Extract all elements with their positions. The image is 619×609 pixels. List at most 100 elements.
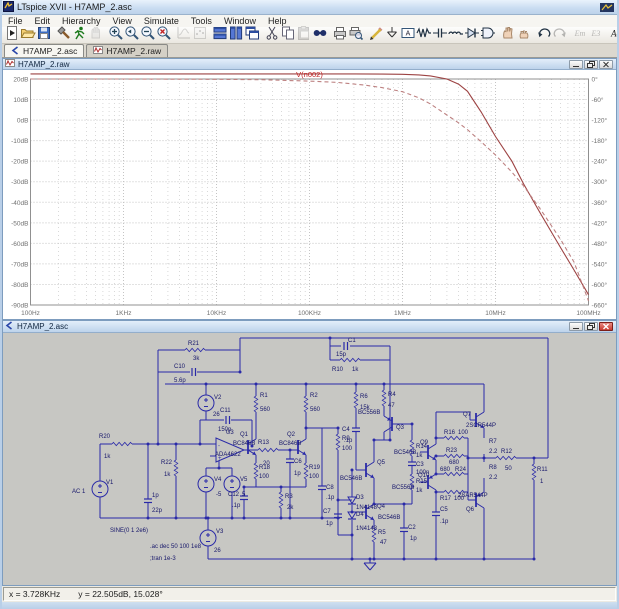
schematic-label[interactable]: R10 bbox=[332, 367, 344, 373]
schematic-label[interactable]: .1p bbox=[344, 438, 353, 444]
cascade-button[interactable] bbox=[244, 27, 260, 43]
schematic-label[interactable]: D4 bbox=[356, 512, 364, 518]
schematic-label[interactable]: C4 bbox=[342, 427, 350, 433]
schematic-label[interactable]: 47 bbox=[380, 540, 387, 546]
schematic-label[interactable]: Q5 bbox=[377, 460, 386, 466]
schematic-label[interactable]: R12 bbox=[501, 449, 513, 455]
schematic-label[interactable]: 100 bbox=[259, 474, 270, 480]
resistor-button[interactable] bbox=[416, 27, 432, 43]
waveform-restore-button[interactable] bbox=[584, 60, 598, 69]
schematic-label[interactable]: 2.2 bbox=[489, 449, 498, 455]
schematic-label[interactable]: Q4 bbox=[377, 504, 386, 510]
schematic-label[interactable]: C5 bbox=[440, 507, 448, 513]
find-button[interactable] bbox=[312, 27, 328, 43]
schematic-label[interactable]: Q7 bbox=[463, 412, 472, 418]
schematic-label[interactable]: 3k bbox=[193, 356, 200, 362]
schematic-label[interactable]: V3 bbox=[216, 529, 224, 535]
schematic-label[interactable]: V5 bbox=[240, 477, 248, 483]
schematic-label[interactable]: C8 bbox=[326, 485, 334, 491]
schematic-label[interactable]: ;tran 1e-3 bbox=[150, 556, 176, 562]
schematic-label[interactable]: 1 bbox=[540, 479, 544, 485]
schematic-label[interactable]: Q1 bbox=[240, 432, 249, 438]
undo-button[interactable] bbox=[536, 27, 552, 43]
schematic-label[interactable]: 1k bbox=[416, 453, 423, 459]
inductor-button[interactable] bbox=[448, 27, 464, 43]
tab-waveform[interactable]: H7AMP_2.raw bbox=[86, 44, 168, 57]
schematic-label[interactable]: 1k bbox=[164, 472, 171, 478]
zoom-out-button[interactable] bbox=[140, 27, 156, 43]
schematic-label[interactable]: C3 bbox=[416, 462, 424, 468]
schematic-label[interactable]: V2 bbox=[214, 395, 222, 401]
schematic-label[interactable]: BC546B bbox=[340, 476, 362, 482]
schematic-label[interactable]: 50 bbox=[505, 466, 512, 472]
schematic-label[interactable]: 5 bbox=[242, 492, 246, 498]
schematic-label[interactable]: 100 bbox=[309, 474, 320, 480]
schematic-label[interactable]: AC 1 bbox=[72, 489, 86, 495]
waveform-close-button[interactable] bbox=[599, 60, 613, 69]
component-button[interactable] bbox=[480, 27, 496, 43]
schematic-label[interactable]: R20 bbox=[99, 434, 111, 440]
schematic-label[interactable]: 22p bbox=[152, 508, 163, 514]
schematic-label[interactable]: R21 bbox=[188, 341, 200, 347]
zoom-in-button[interactable] bbox=[108, 27, 124, 43]
schematic-label[interactable]: Q10 bbox=[418, 473, 430, 479]
schematic-label[interactable]: R24 bbox=[455, 467, 467, 473]
schematic-label[interactable]: D3 bbox=[356, 495, 364, 501]
zoom-full-button[interactable] bbox=[156, 27, 172, 43]
schematic-label[interactable]: 1p bbox=[326, 521, 333, 527]
print-button[interactable] bbox=[332, 27, 348, 43]
schematic-label[interactable]: C10 bbox=[174, 364, 186, 370]
schematic-label[interactable]: R22 bbox=[161, 460, 173, 466]
schematic-label[interactable]: 15p bbox=[336, 352, 347, 358]
copy-button[interactable] bbox=[280, 27, 296, 43]
schematic-label[interactable]: 1p bbox=[294, 471, 301, 477]
schematic-label[interactable]: R15 bbox=[416, 479, 428, 485]
schematic-label[interactable]: 26 bbox=[214, 548, 221, 554]
schematic-label[interactable]: V4 bbox=[214, 477, 222, 483]
schematic-label[interactable]: R6 bbox=[360, 394, 368, 400]
schematic-label[interactable]: Q6 bbox=[466, 507, 475, 513]
tab-schematic[interactable]: H7AMP_2.asc bbox=[4, 44, 84, 57]
trace-label[interactable]: V(n002) bbox=[296, 70, 323, 79]
cut-button[interactable] bbox=[264, 27, 280, 43]
schematic-label[interactable]: .1p bbox=[232, 503, 241, 509]
schematic-label[interactable]: V1 bbox=[106, 480, 114, 486]
schematic-label[interactable]: R19 bbox=[309, 465, 321, 471]
schematic-label[interactable]: C1 bbox=[348, 338, 356, 344]
tile-horizontal-button[interactable] bbox=[212, 27, 228, 43]
schematic-label[interactable]: C11 bbox=[220, 408, 231, 414]
schematic-label[interactable]: R13 bbox=[258, 440, 270, 446]
schematic-label[interactable]: 1p bbox=[410, 536, 417, 542]
schematic-label[interactable]: .ac dec 50 100 1e8 bbox=[150, 544, 202, 550]
schematic-label[interactable]: BC546B bbox=[378, 515, 400, 521]
schematic-label[interactable]: R18 bbox=[259, 465, 271, 471]
schematic-label[interactable]: .1p bbox=[440, 519, 449, 525]
ground-button[interactable] bbox=[384, 27, 400, 43]
schematic-label[interactable]: 47 bbox=[388, 403, 395, 409]
schematic-label[interactable]: R23 bbox=[446, 448, 458, 454]
schematic-label[interactable]: R11 bbox=[537, 467, 548, 473]
zoom-back-button[interactable] bbox=[124, 27, 140, 43]
move-button[interactable] bbox=[500, 27, 516, 43]
schematic-label[interactable]: 100 bbox=[342, 446, 353, 452]
schematic-label[interactable]: 1N4148 bbox=[356, 505, 378, 511]
schematic-restore-button[interactable] bbox=[584, 322, 598, 331]
schematic-label[interactable]: BC846B bbox=[279, 441, 301, 447]
schematic-label[interactable]: ADA4622 bbox=[215, 452, 241, 458]
schematic-label[interactable]: 1p bbox=[152, 493, 159, 499]
schematic-label[interactable]: BC546B bbox=[394, 450, 416, 456]
schematic-label[interactable]: 1N4148 bbox=[356, 526, 378, 532]
waveform-window-title-bar[interactable]: H7AMP_2.raw bbox=[3, 59, 616, 70]
schematic-label[interactable]: 1k bbox=[352, 367, 359, 373]
title-bar[interactable]: LTspice XVII - H7AMP_2.asc bbox=[0, 0, 619, 15]
schematic-label[interactable]: R2 bbox=[310, 393, 318, 399]
schematic-label[interactable]: R7 bbox=[489, 439, 497, 445]
schematic-label[interactable]: 2SAR544P bbox=[458, 493, 488, 499]
open-button[interactable] bbox=[20, 27, 36, 43]
schematic-label[interactable]: Q9 bbox=[420, 440, 429, 446]
schematic-label[interactable]: R8 bbox=[489, 465, 497, 471]
schematic-label[interactable]: 2SCR544P bbox=[466, 423, 496, 429]
schematic-canvas[interactable]: -+R213kC105.6pC115pR101kV226V326R201kV1A… bbox=[3, 333, 616, 585]
schematic-label[interactable]: 150p bbox=[218, 427, 232, 433]
waveform-minimize-button[interactable] bbox=[569, 60, 583, 69]
